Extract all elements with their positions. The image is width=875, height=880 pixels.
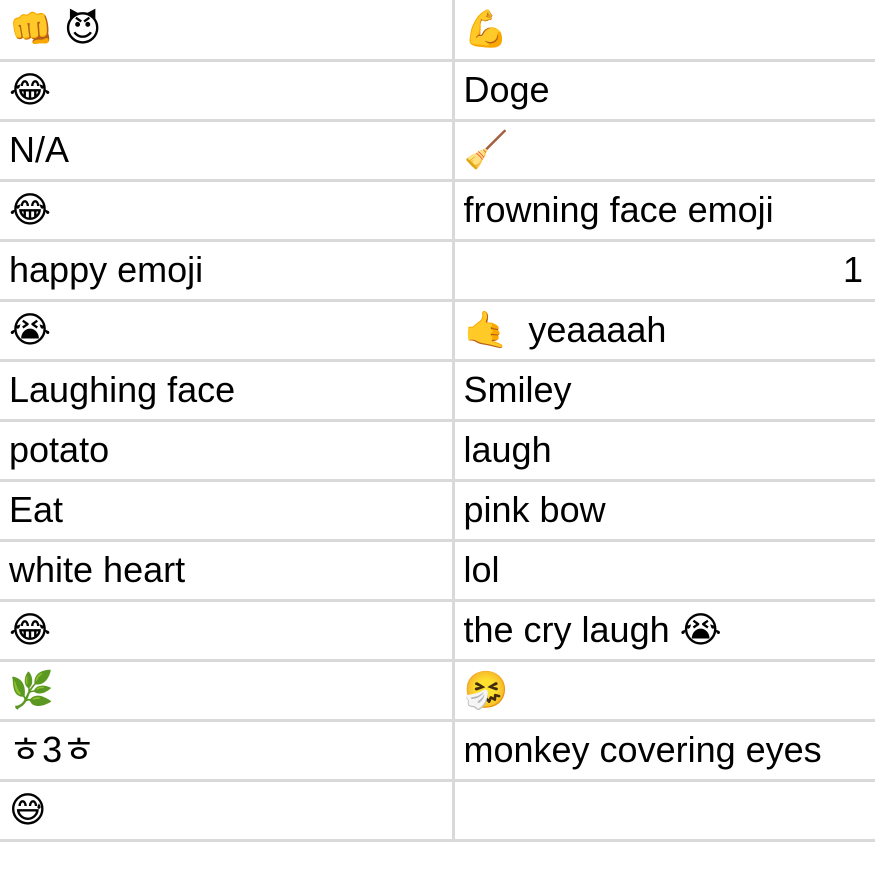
cell-text: N/A [9, 129, 70, 170]
cell-number: 1 [842, 249, 863, 290]
cell-text: 😂 [9, 609, 52, 650]
cell-text: 😭 [9, 309, 52, 350]
cell-text: pink bow [463, 489, 606, 530]
cell-text: the cry laugh 😭 [463, 609, 722, 650]
table-row: 😂 frowning face emoji [0, 178, 875, 242]
cell-a5[interactable]: happy emoji [0, 238, 455, 302]
cell-text: lol [463, 549, 500, 590]
cell-a14[interactable]: 😅 [0, 778, 455, 842]
cell-text: 🤧 [463, 669, 509, 710]
spreadsheet-grid: 👊 😈 💪 😂 Doge N/A 🧹 😂 frowning face emoji… [0, 0, 875, 842]
cell-a4[interactable]: 😂 [0, 178, 455, 242]
cell-a2[interactable]: 😂 [0, 58, 455, 122]
table-row: 😂 the cry laugh 😭 [0, 598, 875, 662]
cell-a12[interactable]: 🌿 [0, 658, 455, 722]
cell-a6[interactable]: 😭 [0, 298, 455, 362]
cell-b11[interactable]: the cry laugh 😭 [451, 598, 875, 662]
table-row: 😅 [0, 778, 875, 842]
cell-a8[interactable]: potato [0, 418, 455, 482]
cell-text: laugh [463, 429, 552, 470]
cell-b10[interactable]: lol [451, 538, 875, 602]
table-row: ㅎ3ㅎ monkey covering eyes [0, 718, 875, 782]
cell-text: potato [9, 429, 110, 470]
cell-text: white heart [9, 549, 186, 590]
cell-b14[interactable] [451, 778, 875, 842]
table-row: 😭 🤙 yeaaaah [0, 298, 875, 362]
cell-a10[interactable]: white heart [0, 538, 455, 602]
table-row: white heart lol [0, 538, 875, 602]
cell-text: happy emoji [9, 249, 204, 290]
cell-text: Doge [463, 69, 550, 110]
table-row: potato laugh [0, 418, 875, 482]
cell-text: 🌿 [9, 669, 54, 710]
cell-text: Laughing face [9, 369, 236, 410]
cell-text: monkey covering eyes [463, 729, 822, 770]
table-row: 🌿 🤧 [0, 658, 875, 722]
cell-b13[interactable]: monkey covering eyes [451, 718, 875, 782]
sheet-body: 👊 😈 💪 😂 Doge N/A 🧹 😂 frowning face emoji… [0, 0, 875, 842]
cell-text: frowning face emoji [463, 189, 774, 230]
cell-text: 🤙 yeaaaah [463, 309, 667, 350]
cell-b9[interactable]: pink bow [451, 478, 875, 542]
cell-a13[interactable]: ㅎ3ㅎ [0, 718, 455, 782]
cell-text: 😂 [9, 69, 52, 110]
cell-b2[interactable]: Doge [451, 58, 875, 122]
cell-text: 😂 [9, 189, 52, 230]
cell-a11[interactable]: 😂 [0, 598, 455, 662]
cell-a9[interactable]: Eat [0, 478, 455, 542]
table-row: N/A 🧹 [0, 118, 875, 182]
cell-b1[interactable]: 💪 [451, 0, 875, 62]
cell-a1[interactable]: 👊 😈 [0, 0, 455, 62]
table-row: 👊 😈 💪 [0, 0, 875, 62]
cell-b8[interactable]: laugh [451, 418, 875, 482]
cell-text: 😅 [9, 789, 47, 830]
cell-b7[interactable]: Smiley [451, 358, 875, 422]
cell-text: 👊 😈 [9, 8, 102, 50]
cell-text: ㅎ3ㅎ [9, 729, 96, 770]
cell-text: 💪 [463, 8, 509, 50]
cell-text: Smiley [463, 369, 572, 410]
table-row: Laughing face Smiley [0, 358, 875, 422]
cell-b3[interactable]: 🧹 [451, 118, 875, 182]
cell-b6[interactable]: 🤙 yeaaaah [451, 298, 875, 362]
table-row: happy emoji 1 [0, 238, 875, 302]
table-row: Eat pink bow [0, 478, 875, 542]
table-row: 😂 Doge [0, 58, 875, 122]
cell-a3[interactable]: N/A [0, 118, 455, 182]
cell-a7[interactable]: Laughing face [0, 358, 455, 422]
cell-text: 🧹 [463, 129, 509, 170]
cell-text: Eat [9, 489, 64, 530]
cell-b4[interactable]: frowning face emoji [451, 178, 875, 242]
cell-b12[interactable]: 🤧 [451, 658, 875, 722]
cell-b5[interactable]: 1 [451, 238, 875, 302]
